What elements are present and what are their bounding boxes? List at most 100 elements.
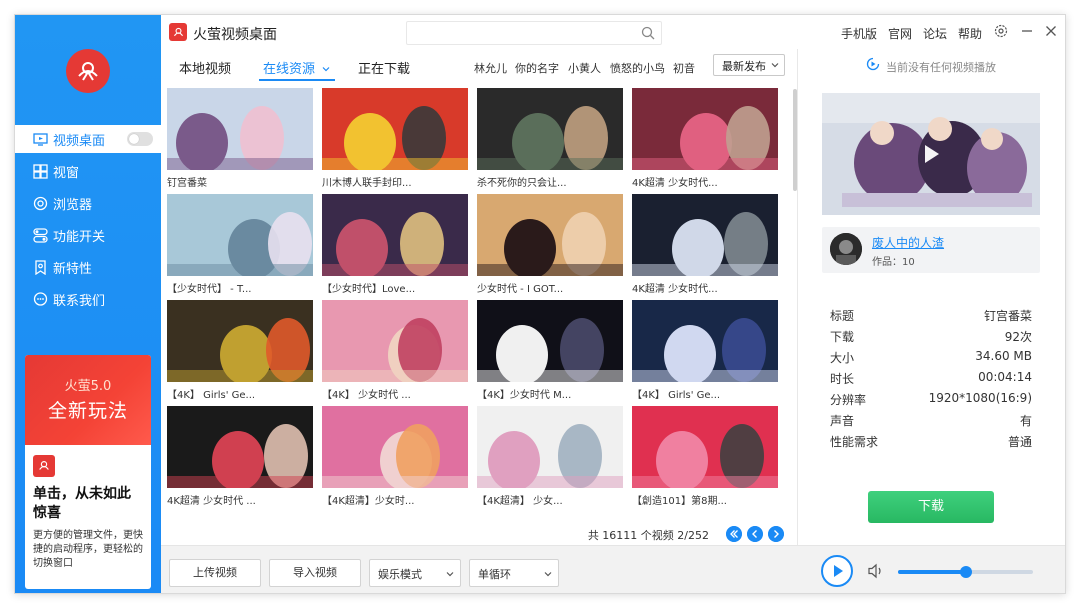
volume-knob[interactable] xyxy=(959,566,972,578)
video-caption: 4K超清 少女时代 ... xyxy=(167,496,256,507)
author-name-link[interactable]: 废人中的人渣 xyxy=(872,234,944,251)
video-caption: 【4K】 Girls' Ge... xyxy=(632,390,721,401)
meta-key: 大小 xyxy=(830,351,855,365)
window-icon xyxy=(33,163,48,179)
tag-item[interactable]: 小黄人 xyxy=(568,60,601,76)
sort-select[interactable]: 最新发布 xyxy=(713,54,785,76)
sidebar-item-label: 浏览器 xyxy=(53,197,93,213)
video-thumbnail[interactable] xyxy=(322,194,468,276)
video-thumbnail[interactable] xyxy=(477,300,623,382)
play-button[interactable] xyxy=(821,555,853,587)
title-bar: 火萤视频桌面 手机版 官网 论坛 帮助 xyxy=(161,15,1065,49)
tab-online-resources[interactable]: 在线资源 xyxy=(263,58,330,77)
import-video-button[interactable]: 导入视频 xyxy=(269,559,361,587)
sidebar-item-contact[interactable]: 联系我们 xyxy=(15,285,161,313)
tag-item[interactable]: 愤怒的小鸟 xyxy=(610,60,665,76)
video-thumbnail[interactable] xyxy=(167,194,313,276)
video-tile[interactable]: 4K超清 少女时代... xyxy=(632,194,778,295)
chat-icon xyxy=(33,291,48,306)
search-icon[interactable] xyxy=(641,26,655,40)
video-caption: 4K超清 少女时代... xyxy=(632,284,718,295)
video-thumbnail[interactable] xyxy=(477,88,623,170)
video-tile[interactable]: 少女时代 - I GOT... xyxy=(477,194,623,295)
help-link[interactable]: 帮助 xyxy=(958,25,982,42)
video-tile[interactable]: 【少女时代】 - T... xyxy=(167,194,313,295)
tag-item[interactable]: 初音 xyxy=(673,60,695,76)
video-tile[interactable]: 【4K】 少女时代 ... xyxy=(322,300,468,401)
sidebar-item-browser[interactable]: 浏览器 xyxy=(15,189,161,217)
video-tile[interactable]: 【4K超清】 少女... xyxy=(477,406,623,507)
video-caption: 【4K】 少女时代 ... xyxy=(322,390,411,401)
official-site-link[interactable]: 官网 xyxy=(888,25,912,42)
next-page-icon[interactable] xyxy=(768,526,784,542)
video-thumbnail[interactable] xyxy=(322,88,468,170)
bottom-toolbar: 上传视频 导入视频 娱乐模式 单循环 xyxy=(161,545,1065,593)
video-tile[interactable]: 【創造101】第8期... xyxy=(632,406,778,507)
promo-description: 更方便的管理文件，更快捷的启动程序，更轻松的切换窗口 xyxy=(33,530,143,569)
mode-select[interactable]: 娱乐模式 xyxy=(369,559,461,587)
video-caption: 【4K超清】 少女... xyxy=(477,496,563,507)
close-icon[interactable] xyxy=(1043,23,1059,39)
video-preview[interactable] xyxy=(822,93,1040,215)
video-thumbnail[interactable] xyxy=(477,194,623,276)
tab-local-video[interactable]: 本地视频 xyxy=(179,58,231,77)
tab-downloading[interactable]: 正在下载 xyxy=(358,58,410,77)
video-thumbnail[interactable] xyxy=(632,300,778,382)
volume-icon[interactable] xyxy=(867,562,885,580)
meta-row: 性能需求 普通 xyxy=(830,433,1032,453)
volume-slider[interactable] xyxy=(898,566,1033,578)
desktop-icon xyxy=(33,132,48,146)
sidebar-item-video-desktop[interactable]: 视频桌面 xyxy=(15,125,161,153)
play-overlay-icon[interactable] xyxy=(918,141,944,167)
video-tile[interactable]: 【4K超清】少女时... xyxy=(322,406,468,507)
tag-item[interactable]: 林允儿 xyxy=(474,60,507,76)
video-thumbnail[interactable] xyxy=(322,300,468,382)
video-thumbnail[interactable] xyxy=(167,300,313,382)
meta-key: 时长 xyxy=(830,372,855,386)
video-tile[interactable]: 【4K】 Girls' Ge... xyxy=(167,300,313,401)
video-tile[interactable]: 钉宫番菜 xyxy=(167,88,313,189)
sidebar-item-window[interactable]: 视窗 xyxy=(15,157,161,185)
tag-item[interactable]: 你的名字 xyxy=(515,60,559,76)
video-thumbnail[interactable] xyxy=(632,88,778,170)
promo-card[interactable]: 火萤5.0 全新玩法 单击，从未如此惊喜 更方便的管理文件，更快捷的启动程序，更… xyxy=(25,355,151,589)
sidebar-item-new-features[interactable]: 新特性 xyxy=(15,253,161,281)
video-thumbnail[interactable] xyxy=(167,88,313,170)
sidebar-item-label: 新特性 xyxy=(53,261,93,277)
video-tile[interactable]: 杀不死你的只会让... xyxy=(477,88,623,189)
video-thumbnail[interactable] xyxy=(632,194,778,276)
video-tile[interactable]: 【少女时代】Love... xyxy=(322,194,468,295)
chevron-down-icon xyxy=(446,572,454,577)
gear-icon[interactable] xyxy=(993,23,1009,39)
video-tile[interactable]: 【4K】 Girls' Ge... xyxy=(632,300,778,401)
sidebar-item-label: 功能开关 xyxy=(53,229,106,245)
video-caption: 杀不死你的只会让... xyxy=(477,178,567,189)
video-caption: 少女时代 - I GOT... xyxy=(477,284,564,295)
mobile-link[interactable]: 手机版 xyxy=(841,25,877,42)
minimize-icon[interactable] xyxy=(1019,23,1035,39)
video-tile[interactable]: 【4K】少女时代 M... xyxy=(477,300,623,401)
previous-page-icon[interactable] xyxy=(747,526,763,542)
search-input[interactable] xyxy=(406,21,662,45)
video-thumbnail[interactable] xyxy=(477,406,623,488)
video-thumbnail[interactable] xyxy=(167,406,313,488)
video-desktop-toggle[interactable] xyxy=(127,132,153,146)
sidebar-item-feature-switch[interactable]: 功能开关 xyxy=(15,221,161,249)
video-caption: 川木博人联手封印... xyxy=(322,178,412,189)
loop-select[interactable]: 单循环 xyxy=(469,559,559,587)
download-button[interactable]: 下载 xyxy=(868,491,994,523)
forum-link[interactable]: 论坛 xyxy=(923,25,947,42)
first-page-icon[interactable] xyxy=(726,526,742,542)
video-caption: 钉宫番菜 xyxy=(167,178,207,189)
promo-banner: 火萤5.0 全新玩法 xyxy=(25,355,151,445)
video-caption: 【4K】少女时代 M... xyxy=(477,390,572,401)
upload-video-button[interactable]: 上传视频 xyxy=(169,559,261,587)
video-thumbnail[interactable] xyxy=(322,406,468,488)
video-tile[interactable]: 川木博人联手封印... xyxy=(322,88,468,189)
now-playing-status: 当前没有任何视频播放 xyxy=(886,61,996,74)
meta-value: 00:04:14 xyxy=(978,370,1032,384)
video-tile[interactable]: 4K超清 少女时代 ... xyxy=(167,406,313,507)
author-card[interactable]: 废人中的人渣 作品：10 xyxy=(822,227,1040,273)
video-tile[interactable]: 4K超清 少女时代... xyxy=(632,88,778,189)
video-thumbnail[interactable] xyxy=(632,406,778,488)
